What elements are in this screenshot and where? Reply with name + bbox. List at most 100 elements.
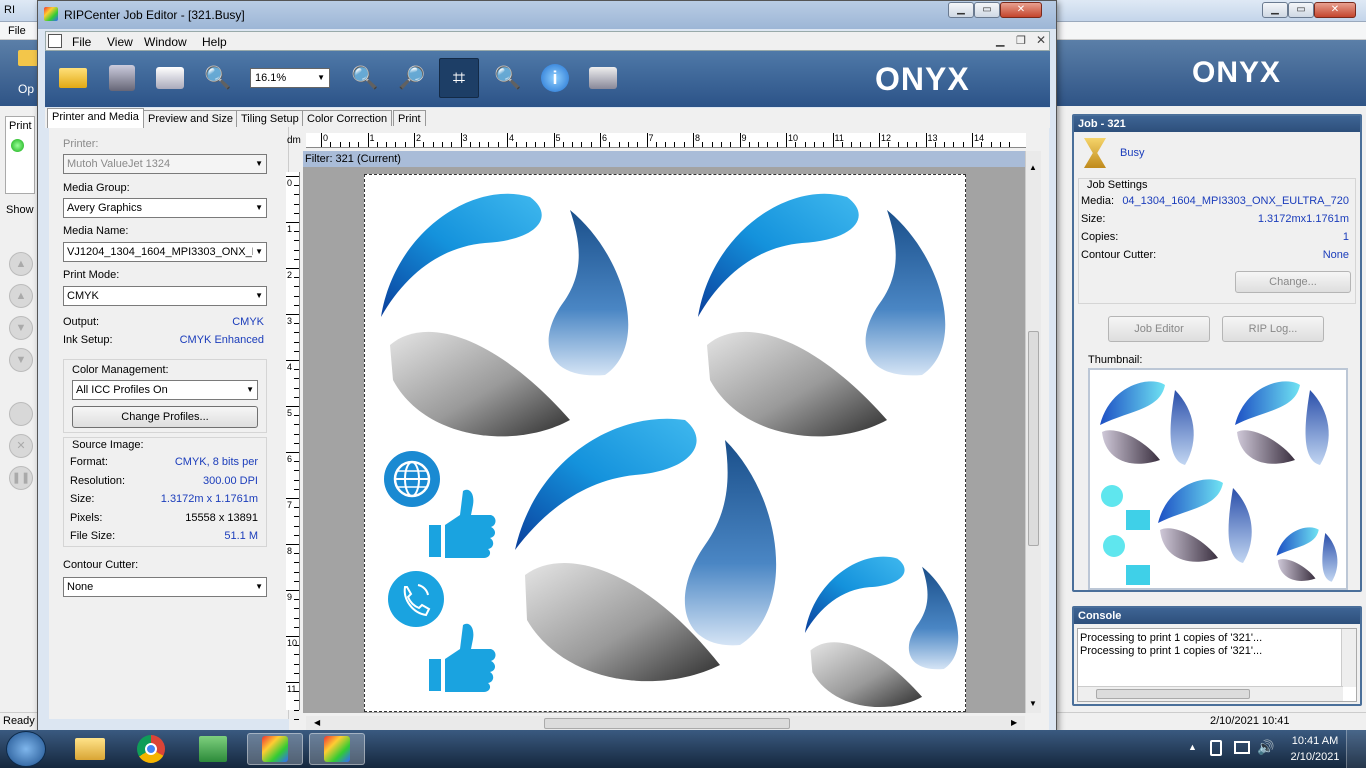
- mdi-minimize-button[interactable]: ▁: [996, 34, 1004, 47]
- mdi-restore-button[interactable]: ❐: [1016, 34, 1026, 47]
- crop-icon[interactable]: ⌗: [439, 58, 479, 98]
- filter-label: Filter: 321 (Current): [305, 153, 401, 165]
- left-ruler-minor-tick: [294, 295, 299, 297]
- explorer-taskbar-icon[interactable]: [62, 733, 118, 765]
- media-name-value: VJ1204_1304_1604_MPI3303_ONX_E: [67, 246, 260, 258]
- printer-settings-icon[interactable]: [583, 58, 623, 98]
- zoom-select[interactable]: 16.1% ▼: [250, 68, 330, 88]
- open-folder-icon[interactable]: [53, 58, 93, 98]
- printer-tab-label[interactable]: Print: [9, 120, 32, 132]
- info-icon[interactable]: i: [535, 58, 575, 98]
- device-icon[interactable]: [1210, 740, 1222, 756]
- zoom-out-icon[interactable]: 🔍: [198, 58, 238, 98]
- printer-select: Mutoh ValueJet 1324 ▼: [63, 154, 267, 174]
- menu-view[interactable]: View: [107, 35, 133, 49]
- doc-icon[interactable]: [48, 34, 62, 48]
- scroll-right-icon[interactable]: ▶: [1011, 718, 1017, 727]
- left-ruler-minor-tick: [294, 387, 299, 389]
- magnify-icon[interactable]: 🔍: [488, 58, 528, 98]
- change-profiles-button[interactable]: Change Profiles...: [72, 406, 258, 428]
- tab-printer-and-media[interactable]: Printer and Media: [47, 108, 144, 128]
- color-management-select[interactable]: All ICC Profiles On ▼: [72, 380, 258, 400]
- thumb-swirl-4: [1276, 527, 1338, 582]
- top-ruler-minor-tick: [432, 142, 434, 147]
- volume-icon[interactable]: 🔊: [1257, 739, 1274, 756]
- media-group-select[interactable]: Avery Graphics ▼: [63, 198, 267, 218]
- editor-minimize-button[interactable]: ▁: [948, 2, 974, 18]
- top-ruler-minor-tick: [1009, 142, 1011, 147]
- start-button[interactable]: [6, 731, 46, 767]
- menu-window[interactable]: Window: [144, 35, 187, 49]
- editor-maximize-button[interactable]: ▭: [974, 2, 1000, 18]
- top-ruler-minor-tick: [488, 142, 490, 147]
- console-vscroll[interactable]: [1341, 629, 1356, 687]
- top-ruler-minor-tick: [562, 142, 564, 147]
- scroll-left-icon[interactable]: ◀: [314, 718, 320, 727]
- top-ruler-minor-tick: [479, 142, 481, 147]
- hscroll-thumb[interactable]: [544, 718, 790, 729]
- change-button[interactable]: Change...: [1235, 271, 1351, 293]
- file-size-value: 51.1 M: [224, 530, 258, 542]
- print-icon[interactable]: [150, 58, 190, 98]
- top-ruler-label: 6: [602, 133, 608, 143]
- top-ruler-minor-tick: [330, 142, 332, 147]
- network-icon[interactable]: [1234, 741, 1250, 754]
- preview-vscroll[interactable]: ▲ ▼: [1025, 151, 1041, 713]
- zoom-fit-icon[interactable]: 🔎: [392, 58, 432, 98]
- bg-minimize-button[interactable]: ▁: [1262, 2, 1288, 18]
- menu-help[interactable]: Help: [202, 35, 227, 49]
- down-arrow-icon[interactable]: ▼: [9, 316, 33, 340]
- editor-title-bar: RIPCenter Job Editor - [321.Busy] ▁ ▭ ✕: [38, 1, 1056, 29]
- delete-icon[interactable]: ✕: [9, 434, 33, 458]
- scroll-up-icon[interactable]: ▲: [1029, 163, 1037, 172]
- hold-icon[interactable]: [9, 402, 33, 426]
- job-editor-taskbar-icon[interactable]: [309, 733, 365, 765]
- print-mode-select[interactable]: CMYK ▼: [63, 286, 267, 306]
- job-settings-label: Job Settings: [1087, 179, 1148, 191]
- top-ruler-minor-tick: [348, 142, 350, 147]
- editor-title: RIPCenter Job Editor - [321.Busy]: [64, 8, 245, 22]
- top-ruler-tick: [739, 133, 741, 147]
- menu-file[interactable]: File: [72, 35, 91, 49]
- up-arrow-icon-2[interactable]: ▲: [9, 284, 33, 308]
- left-ruler-minor-tick: [294, 479, 299, 481]
- save-icon[interactable]: [102, 58, 142, 98]
- left-ruler-minor-tick: [294, 663, 299, 665]
- left-ruler-minor-tick: [294, 718, 299, 720]
- bg-menu-file[interactable]: File: [8, 25, 26, 37]
- zoom-in-icon[interactable]: 🔍: [345, 58, 385, 98]
- pause-icon[interactable]: ❚❚: [9, 466, 33, 490]
- bg-maximize-button[interactable]: ▭: [1288, 2, 1314, 18]
- bg-close-button[interactable]: ✕: [1314, 2, 1356, 18]
- mdi-close-button[interactable]: ✕: [1036, 33, 1046, 47]
- printer-list: Print: [5, 116, 35, 194]
- contour-cutter-select[interactable]: None ▼: [63, 577, 267, 597]
- rip-log-button[interactable]: RIP Log...: [1222, 316, 1324, 342]
- job-copies-value: 1: [1342, 231, 1349, 243]
- ripcenter-taskbar-icon[interactable]: [247, 733, 303, 765]
- left-ruler-tick: [286, 314, 299, 315]
- editor-close-button[interactable]: ✕: [1000, 2, 1042, 18]
- console-hscroll[interactable]: [1078, 686, 1343, 701]
- down-arrow-icon-2[interactable]: ▼: [9, 348, 33, 372]
- left-ruler-minor-tick: [294, 580, 299, 582]
- top-ruler-minor-tick: [469, 142, 471, 147]
- chrome-taskbar-icon[interactable]: [123, 733, 179, 765]
- top-ruler-minor-tick: [516, 142, 518, 147]
- scroll-down-icon[interactable]: ▼: [1029, 699, 1037, 708]
- app-taskbar-icon[interactable]: [185, 733, 241, 765]
- preview-hscroll[interactable]: ◀ ▶: [306, 716, 1025, 731]
- console-hscroll-thumb[interactable]: [1096, 689, 1250, 699]
- media-name-select[interactable]: VJ1204_1304_1604_MPI3303_ONX_E ▼: [63, 242, 267, 262]
- taskbar-clock[interactable]: 10:41 AM 2/10/2021: [1280, 733, 1350, 765]
- left-ruler-minor-tick: [294, 240, 299, 242]
- status-datetime: 2/10/2021 10:41: [1210, 715, 1290, 727]
- job-editor-button[interactable]: Job Editor: [1108, 316, 1210, 342]
- tray-expand-icon[interactable]: ▲: [1188, 742, 1197, 752]
- left-ruler-minor-tick: [294, 645, 299, 647]
- top-ruler-minor-tick: [665, 142, 667, 147]
- folder-icon[interactable]: [18, 50, 38, 66]
- tab-preview-and-size[interactable]: Preview and Size: [143, 110, 238, 128]
- vscroll-thumb[interactable]: [1028, 331, 1039, 546]
- up-arrow-icon[interactable]: ▲: [9, 252, 33, 276]
